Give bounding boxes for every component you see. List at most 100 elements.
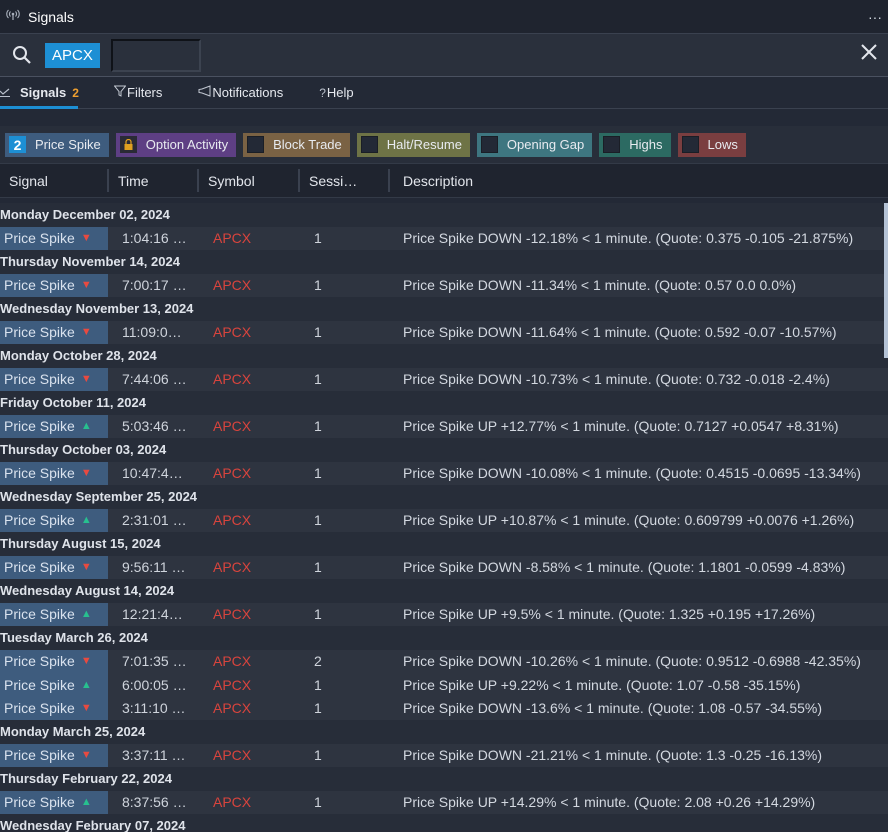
chart-line-icon — [0, 86, 10, 100]
signals-count-badge: 2 — [72, 85, 79, 100]
arrow-down-icon: ▼ — [80, 467, 92, 480]
table-row[interactable]: Price Spike ▼ 7:00:17 … APCX 1 Price Spike DO… — [0, 273, 888, 297]
table-header: Signal Time Symbol Sessi… Description — [0, 164, 888, 198]
table-row[interactable]: Price Spike ▲ 12:21:4… APCX 1 Price Spike UP … — [0, 602, 888, 626]
description-cell: Price Spike UP +9.22% < 1 minute. (Quote… — [403, 676, 801, 693]
filter-checkbox[interactable] — [681, 136, 699, 153]
window-title: Signals — [28, 8, 74, 25]
more-options-icon[interactable]: ··· — [868, 9, 882, 25]
table-row[interactable]: Price Spike ▼ 1:04:16 … APCX 1 Price Spike DO… — [0, 226, 888, 250]
signal-type: Price Spike — [4, 676, 75, 693]
title-bar: Signals ··· — [0, 0, 888, 34]
date-group-header: Monday March 25, 2024 — [0, 720, 888, 744]
table-row[interactable]: Price Spike ▲ 6:00:05 … APCX 1 Price Spike UP… — [0, 673, 888, 697]
description-cell: Price Spike UP +14.29% < 1 minute. (Quot… — [403, 794, 816, 811]
date-group-header: Thursday August 15, 2024 — [0, 532, 888, 556]
time-cell: 10:47:4… — [122, 465, 183, 482]
session-cell: 1 — [314, 794, 322, 811]
table-row[interactable]: Price Spike ▼ 7:01:35 … APCX 2 Price Spike DO… — [0, 649, 888, 673]
vertical-scrollbar[interactable] — [884, 203, 888, 358]
date-group-header: Monday December 02, 2024 — [0, 203, 888, 227]
table-row[interactable]: Price Spike ▲ 5:03:46 … APCX 1 Price Spike UP… — [0, 414, 888, 438]
signal-type: Price Spike — [4, 747, 75, 764]
signal-cell: Price Spike ▼ — [0, 461, 108, 485]
filter-chip-label: Price Spike — [35, 137, 101, 152]
date-group-header: Wednesday September 25, 2024 — [0, 485, 888, 509]
table-row[interactable]: Price Spike ▼ 3:37:11 … APCX 1 Price Spike DO… — [0, 743, 888, 767]
table-row[interactable]: Price Spike ▲ 2:31:01 … APCX 1 Price Spike UP… — [0, 508, 888, 532]
time-cell: 3:37:11 … — [122, 747, 186, 764]
column-header-time[interactable]: Time — [109, 164, 199, 197]
time-cell: 5:03:46 … — [122, 418, 187, 435]
symbol-input[interactable] — [110, 38, 201, 72]
filter-chip-block-trade[interactable]: Block Trade — [243, 132, 350, 157]
column-header-description[interactable]: Description — [390, 164, 888, 197]
signal-type: Price Spike — [4, 277, 75, 294]
session-cell: 1 — [314, 230, 322, 247]
description-cell: Price Spike UP +12.77% < 1 minute. (Quot… — [403, 418, 839, 435]
filter-chip-lows[interactable]: Lows — [677, 132, 746, 157]
filter-checkbox[interactable] — [247, 136, 265, 153]
filter-chip-highs[interactable]: Highs — [599, 132, 671, 157]
date-group-header: Wednesday February 07, 2024 — [0, 814, 888, 832]
description-cell: Price Spike DOWN -12.18% < 1 minute. (Qu… — [403, 230, 854, 247]
date-group-header: Monday October 28, 2024 — [0, 344, 888, 368]
tab-notifications[interactable]: Notifications — [198, 77, 283, 108]
filter-chip-price-spike[interactable]: 2 Price Spike — [5, 132, 109, 157]
date-group-header: Wednesday November 13, 2024 — [0, 297, 888, 321]
filter-checkbox[interactable] — [360, 136, 378, 153]
date-group-header: Thursday October 03, 2024 — [0, 438, 888, 462]
ticker-chip[interactable]: APCX — [45, 42, 100, 68]
filter-checkbox[interactable] — [603, 136, 621, 153]
tab-bar: Signals 2 Filters Notifications ? Help — [0, 77, 888, 109]
table-row[interactable]: Price Spike ▼ 9:56:11 … APCX 1 Price Spike DO… — [0, 555, 888, 579]
tab-help[interactable]: ? Help — [319, 77, 353, 108]
antenna-icon — [6, 9, 26, 24]
filter-chip-label: Lows — [707, 137, 738, 152]
symbol-cell: APCX — [213, 465, 252, 482]
tab-help-label: Help — [326, 85, 354, 100]
filter-checkbox[interactable] — [480, 136, 498, 153]
symbol-cell: APCX — [213, 606, 252, 623]
date-group-header: Wednesday August 14, 2024 — [0, 579, 888, 603]
filter-chip-option-activity[interactable]: Option Activity — [115, 132, 237, 157]
description-cell: Price Spike DOWN -10.08% < 1 minute. (Qu… — [403, 465, 861, 482]
arrow-down-icon: ▼ — [80, 326, 92, 339]
tab-filters-label: Filters — [127, 85, 163, 100]
signals-table-body: Monday December 02, 2024 Price Spike ▼ 1:04… — [0, 203, 888, 832]
description-cell: Price Spike DOWN -11.64% < 1 minute. (Qu… — [403, 324, 837, 341]
search-icon[interactable] — [0, 45, 44, 65]
spacer — [0, 109, 888, 126]
arrow-up-icon: ▲ — [80, 678, 92, 691]
filter-chip-halt-resume[interactable]: Halt/Resume — [356, 132, 470, 157]
session-cell: 1 — [314, 559, 322, 576]
session-cell: 1 — [314, 465, 322, 482]
arrow-down-icon: ▼ — [80, 232, 92, 245]
tab-signals[interactable]: Signals 2 — [0, 77, 79, 109]
signal-type: Price Spike — [4, 418, 75, 435]
filter-chip-opening-gap[interactable]: Opening Gap — [476, 132, 593, 157]
table-row[interactable]: Price Spike ▼ 10:47:4… APCX 1 Price Spike DOW… — [0, 461, 888, 485]
lock-icon — [119, 136, 137, 153]
table-row[interactable]: Price Spike ▼ 3:11:10 … APCX 1 Price Spike DO… — [0, 696, 888, 720]
table-row[interactable]: Price Spike ▲ 8:37:56 … APCX 1 Price Spike UP… — [0, 790, 888, 814]
column-header-symbol[interactable]: Symbol — [199, 164, 300, 197]
filter-icon — [113, 85, 127, 100]
megaphone-icon — [198, 85, 211, 100]
table-row[interactable]: Price Spike ▼ 7:44:06 … APCX 1 Price Spike DO… — [0, 367, 888, 391]
arrow-down-icon: ▼ — [80, 702, 92, 715]
column-header-signal[interactable]: Signal — [0, 164, 109, 197]
table-row[interactable]: Price Spike ▼ 11:09:0… APCX 1 Price Spike DOW… — [0, 320, 888, 344]
symbol-cell: APCX — [213, 676, 252, 693]
arrow-up-icon: ▲ — [80, 608, 92, 621]
symbol-cell: APCX — [213, 230, 252, 247]
tab-filters[interactable]: Filters — [113, 77, 163, 108]
signal-cell: Price Spike ▼ — [0, 273, 108, 297]
column-header-session[interactable]: Sessi… — [300, 164, 390, 197]
search-bar: APCX — [0, 34, 888, 77]
signal-type: Price Spike — [4, 324, 75, 341]
signal-cell: Price Spike ▼ — [0, 696, 108, 720]
close-icon[interactable] — [860, 43, 878, 64]
filter-chip-label: Opening Gap — [506, 137, 585, 152]
arrow-down-icon: ▼ — [80, 279, 92, 292]
